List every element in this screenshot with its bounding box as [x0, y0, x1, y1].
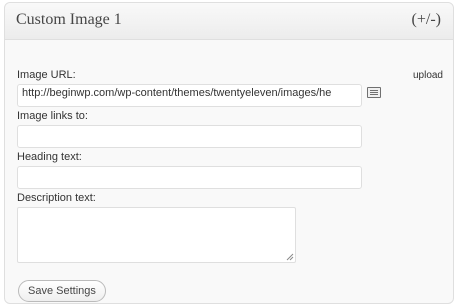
image-link-field[interactable] [17, 125, 362, 148]
image-link-label: Image links to: [17, 110, 88, 122]
resize-grip-icon[interactable] [286, 253, 294, 261]
description-label: Description text: [17, 192, 96, 204]
heading-field[interactable] [17, 166, 362, 189]
save-settings-button[interactable]: Save Settings [18, 280, 106, 302]
description-field[interactable] [17, 207, 296, 263]
media-library-icon[interactable] [367, 87, 381, 98]
widget-title: Custom Image 1 [16, 11, 122, 28]
upload-link[interactable]: upload [413, 70, 443, 81]
heading-label: Heading text: [17, 151, 82, 163]
collapse-toggle[interactable]: (+/-) [412, 11, 441, 29]
image-url-label: Image URL: [17, 69, 76, 81]
image-url-field[interactable]: http://beginwp.com/wp-content/themes/twe… [17, 84, 362, 107]
widget-header[interactable]: Custom Image 1 (+/-) [5, 3, 453, 40]
custom-image-widget: Custom Image 1 (+/-) Image URL: upload h… [4, 2, 454, 304]
